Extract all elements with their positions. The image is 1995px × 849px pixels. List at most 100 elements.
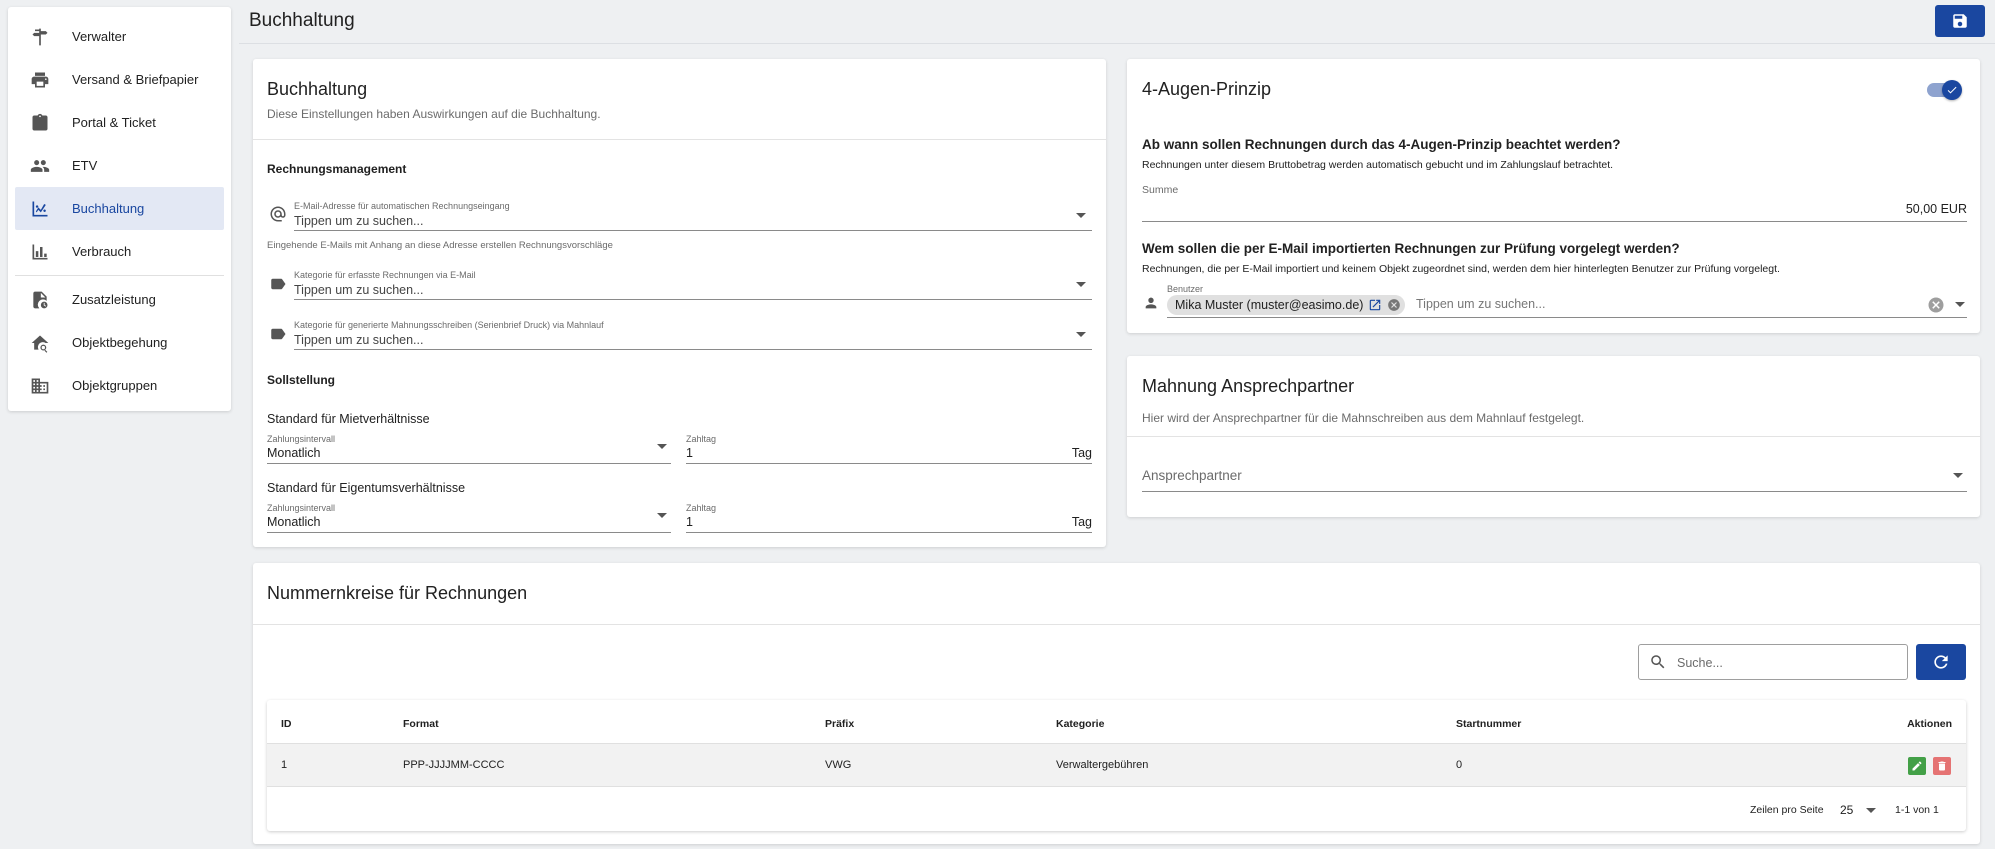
eigen-zahltag-suffix: Tag [1071, 515, 1092, 529]
vier-augen-toggle[interactable] [1927, 80, 1962, 100]
chevron-down-icon[interactable] [657, 513, 667, 518]
sidebar-item-label: Verwalter [72, 29, 127, 44]
card-title: Nummernkreise für Rechnungen [267, 583, 528, 603]
kategorie-mahnung-placeholder: Tippen um zu suchen... [294, 333, 424, 347]
miet-intervall-select[interactable]: Zahlungsintervall Monatlich [267, 432, 671, 464]
cell-praefix: VWG [825, 759, 852, 771]
chevron-down-icon[interactable] [1953, 473, 1963, 478]
rows-per-page-value: 25 [1840, 803, 1854, 817]
kategorie-mahnung-field[interactable]: Kategorie für generierte Mahnungsschreib… [294, 318, 1092, 350]
refresh-button[interactable] [1916, 644, 1966, 680]
printer-icon [30, 70, 50, 90]
q1-subtitle: Rechnungen unter diesem Bruttobetrag wer… [1142, 159, 1614, 171]
column-header-startnummer[interactable]: Startnummer [1456, 718, 1521, 730]
group-icon [30, 156, 50, 176]
email-field-label: E-Mail-Adresse für automatischen Rechnun… [294, 201, 510, 211]
card-title: Buchhaltung [267, 79, 368, 99]
delete-button[interactable] [1933, 757, 1951, 775]
refresh-icon [1934, 655, 1948, 669]
nummernkreise-table: ID Format Präfix Kategorie Startnummer A… [267, 700, 1966, 831]
save-icon [1953, 14, 1967, 28]
sidebar-item-objektgruppen[interactable]: Objektgruppen [15, 364, 224, 407]
nummernkreise-card: Nummernkreise für Rechnungen Suche... ID… [253, 563, 1980, 844]
kategorie-email-field[interactable]: Kategorie für erfasste Rechnungen via E-… [294, 268, 1092, 300]
toggle-knob [1942, 80, 1962, 100]
benutzer-search-placeholder: Tippen um zu suchen... [1416, 297, 1546, 311]
cell-id: 1 [281, 759, 288, 771]
sidebar-item-label: ETV [72, 158, 98, 173]
sidebar-item-etv[interactable]: ETV [15, 144, 224, 187]
rows-per-page-select[interactable]: 25 [1836, 800, 1876, 820]
chevron-down-icon[interactable] [1076, 282, 1086, 287]
summe-label: Summe [1142, 184, 1179, 196]
card-divider [1127, 436, 1980, 437]
eigen-zahltag-input[interactable]: Zahltag 1 Tag [686, 501, 1092, 533]
card-divider [253, 624, 1980, 625]
eigen-zahltag-value: 1 [686, 515, 693, 529]
q1-title: Ab wann sollen Rechnungen durch das 4-Au… [1142, 137, 1621, 152]
search-input[interactable]: Suche... [1638, 644, 1908, 680]
eigen-intervall-label: Zahlungsintervall [267, 503, 336, 513]
buchhaltung-card: Buchhaltung Diese Einstellungen haben Au… [253, 59, 1106, 547]
card-title: 4-Augen-Prinzip [1142, 79, 1272, 99]
section-title-sollstellung: Sollstellung [267, 373, 336, 387]
chip-label: Mika Muster (muster@easimo.de) [1175, 298, 1364, 312]
chevron-down-icon[interactable] [1076, 332, 1086, 337]
sidebar-item-label: Objektgruppen [72, 378, 158, 393]
buildings-icon [30, 376, 50, 396]
sidebar-item-buchhaltung[interactable]: Buchhaltung [15, 187, 224, 230]
q2-subtitle: Rechnungen, die per E-Mail importiert un… [1142, 263, 1780, 275]
sidebar-item-zusatzleistung[interactable]: Zusatzleistung [15, 278, 224, 321]
sidebar: Verwalter Versand & Briefpapier Portal &… [8, 7, 231, 411]
ansprechpartner-select[interactable]: Ansprechpartner [1142, 456, 1967, 492]
open-in-new-icon[interactable] [1368, 298, 1382, 312]
check-icon [1947, 86, 1957, 94]
kategorie-email-label: Kategorie für erfasste Rechnungen via E-… [294, 270, 476, 280]
sidebar-item-versand[interactable]: Versand & Briefpapier [15, 58, 224, 101]
sidebar-item-label: Verbrauch [72, 244, 132, 259]
mahnung-card: Mahnung Ansprechpartner Hier wird der An… [1127, 356, 1980, 517]
eigen-intervall-value: Monatlich [267, 515, 321, 529]
clear-icon[interactable] [1927, 296, 1945, 314]
document-clock-icon [30, 290, 50, 310]
home-search-icon [30, 333, 50, 353]
email-field[interactable]: E-Mail-Adresse für automatischen Rechnun… [294, 199, 1092, 231]
sidebar-item-verwalter[interactable]: Verwalter [15, 15, 224, 58]
eigen-intervall-select[interactable]: Zahlungsintervall Monatlich [267, 501, 671, 533]
table-row[interactable]: 1 PPP-JJJJMM-CCCC VWG Verwaltergebühren … [267, 743, 1966, 787]
miet-zahltag-label: Zahltag [686, 434, 717, 444]
miet-zahltag-input[interactable]: Zahltag 1 Tag [686, 432, 1092, 464]
sidebar-item-verbrauch[interactable]: Verbrauch [15, 230, 224, 273]
benutzer-field[interactable]: Benutzer Mika Muster (muster@easimo.de) … [1167, 282, 1967, 318]
save-button[interactable] [1935, 5, 1985, 37]
benutzer-chip[interactable]: Mika Muster (muster@easimo.de) [1167, 295, 1406, 315]
sidebar-item-label: Buchhaltung [72, 201, 145, 216]
card-subtitle: Diese Einstellungen haben Auswirkungen a… [267, 107, 601, 121]
cell-startnummer: 0 [1456, 759, 1463, 771]
summe-input[interactable]: Summe 50,00 EUR [1142, 182, 1967, 222]
chart-scatter-icon [30, 199, 50, 219]
column-header-kategorie[interactable]: Kategorie [1056, 718, 1104, 730]
email-field-placeholder: Tippen um zu suchen... [294, 214, 424, 228]
column-header-aktionen: Aktionen [1907, 718, 1952, 730]
column-header-format[interactable]: Format [403, 718, 439, 730]
page-title: Buchhaltung [249, 10, 355, 31]
trash-icon [1938, 761, 1946, 771]
search-placeholder: Suche... [1677, 656, 1723, 670]
sidebar-item-objektbegehung[interactable]: Objektbegehung [15, 321, 224, 364]
chevron-down-icon[interactable] [657, 444, 667, 449]
eigen-title: Standard für Eigentumsverhältnisse [267, 481, 466, 495]
bar-chart-icon [30, 242, 50, 262]
chip-remove-icon[interactable] [1387, 298, 1401, 312]
vier-augen-card: 4-Augen-Prinzip Ab wann sollen Rechnunge… [1127, 59, 1980, 333]
pagination-range: 1-1 von 1 [1895, 804, 1939, 816]
edit-button[interactable] [1908, 757, 1926, 775]
column-header-id[interactable]: ID [281, 718, 292, 730]
miet-zahltag-suffix: Tag [1071, 446, 1092, 460]
sidebar-item-portal[interactable]: Portal & Ticket [15, 101, 224, 144]
chevron-down-icon[interactable] [1076, 213, 1086, 218]
label-tag-icon [269, 325, 287, 343]
chevron-down-icon[interactable] [1955, 302, 1965, 307]
miet-zahltag-value: 1 [686, 446, 693, 460]
column-header-praefix[interactable]: Präfix [825, 718, 854, 730]
